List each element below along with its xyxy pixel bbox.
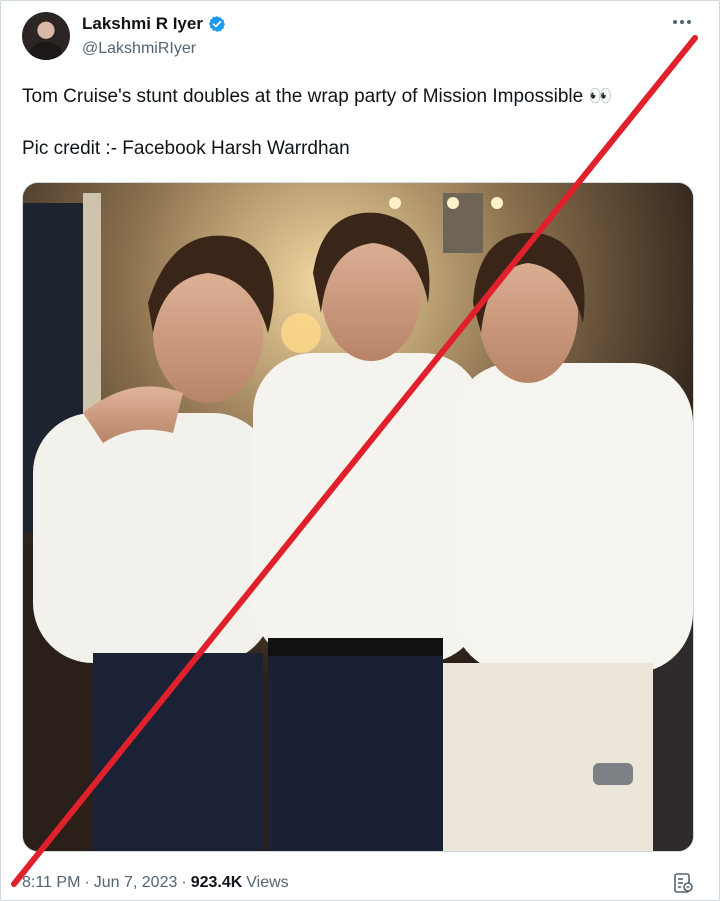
tweet-meta: 8:11 PM · Jun 7, 2023 · 923.4K Views	[22, 874, 289, 892]
tweet-text: Tom Cruise's stunt doubles at the wrap p…	[22, 84, 692, 162]
meta-separator: ·	[181, 874, 187, 891]
author-display-name[interactable]: Lakshmi R Iyer	[82, 14, 203, 34]
tweet-time[interactable]: 8:11 PM	[22, 874, 80, 892]
photo-illustration	[23, 183, 693, 851]
views-count: 923.4K	[190, 874, 243, 891]
more-horizontal-icon[interactable]	[670, 10, 694, 34]
author-handle[interactable]: @LakshmiRIyer	[82, 40, 196, 58]
tweet-date[interactable]: Jun 7, 2023	[94, 874, 178, 892]
avatar[interactable]	[22, 12, 70, 60]
author-name-row: Lakshmi R Iyer	[82, 14, 226, 34]
verified-badge-icon	[208, 15, 226, 33]
meta-separator: ·	[84, 874, 90, 891]
tweet-photo[interactable]	[22, 182, 694, 852]
tweet-text-line: Tom Cruise's stunt doubles at the wrap p…	[22, 86, 613, 107]
analytics-icon[interactable]	[672, 872, 694, 894]
views-label: Views	[246, 874, 289, 891]
tweet-text-credit: Pic credit :- Facebook Harsh Warrdhan	[22, 138, 350, 159]
